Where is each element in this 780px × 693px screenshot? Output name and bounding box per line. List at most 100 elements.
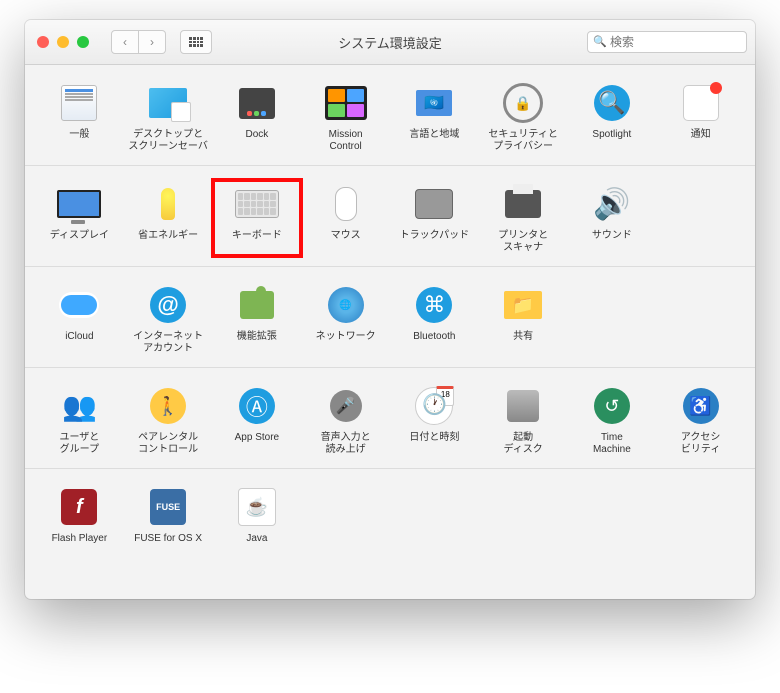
sound-icon: 🔊 xyxy=(590,182,634,226)
accessibility-icon: ♿ xyxy=(679,384,723,428)
pref-label: App Store xyxy=(235,432,279,456)
pref-sound[interactable]: 🔊サウンド xyxy=(568,180,657,256)
pref-internet[interactable]: @ インターネット アカウント xyxy=(124,281,213,357)
java-icon: ☕ xyxy=(235,485,279,529)
show-all-button[interactable] xyxy=(180,30,212,54)
pref-label: 省エネルギー xyxy=(138,230,198,254)
internet-icon: @ xyxy=(146,283,190,327)
pref-dock[interactable]: Dock xyxy=(213,79,302,155)
zoom-button[interactable] xyxy=(77,36,89,48)
pref-label: プリンタと スキャナ xyxy=(498,230,548,254)
forward-button[interactable]: › xyxy=(139,30,166,54)
pref-general[interactable]: 一般 xyxy=(35,79,124,155)
minimize-button[interactable] xyxy=(57,36,69,48)
pref-printers[interactable]: プリンタと スキャナ xyxy=(479,180,568,256)
pref-label: マウス xyxy=(331,230,361,254)
language-icon: 🇺🇳 xyxy=(412,81,456,125)
titlebar: ‹ › システム環境設定 🔍 xyxy=(25,20,755,65)
pref-appstore[interactable]: Ⓐ App Store xyxy=(213,382,302,458)
pref-label: インターネット アカウント xyxy=(133,331,203,355)
pref-flash[interactable]: f Flash Player xyxy=(35,483,124,559)
fuse-icon: FUSE xyxy=(146,485,190,529)
pref-sharing[interactable]: 📁 共有 xyxy=(479,281,568,357)
traffic-lights xyxy=(37,36,89,48)
bluetooth-icon: ⌘ xyxy=(412,283,456,327)
pref-label: Spotlight xyxy=(592,129,631,153)
pref-java[interactable]: ☕Java xyxy=(213,483,302,559)
pref-label: アクセシ ビリティ xyxy=(681,432,721,456)
datetime-icon xyxy=(412,384,456,428)
mission-icon xyxy=(324,81,368,125)
pref-label: ペアレンタル コントロール xyxy=(138,432,198,456)
pref-trackpad[interactable]: トラックパッド xyxy=(390,180,479,256)
pref-section: iCloud @ インターネット アカウント 機能拡張 🌐ネットワーク ⌘ Bluetoot… xyxy=(25,267,755,368)
parental-icon: 🚶 xyxy=(146,384,190,428)
pref-label: Time Machine xyxy=(593,432,631,456)
pref-label: Dock xyxy=(245,129,268,153)
pref-label: 一般 xyxy=(69,129,89,153)
pref-security[interactable]: セキュリティと プライバシー xyxy=(479,79,568,155)
pref-label: 機能拡張 xyxy=(237,331,277,355)
pref-spotlight[interactable]: 🔍 Spotlight xyxy=(568,79,657,155)
pref-mouse[interactable]: マウス xyxy=(301,180,390,256)
pref-label: 共有 xyxy=(513,331,533,355)
pref-datetime[interactable]: 日付と時刻 xyxy=(390,382,479,458)
pref-label: iCloud xyxy=(65,331,93,355)
pref-label: 通知 xyxy=(691,129,711,153)
grid-icon xyxy=(189,37,203,47)
pref-keyboard[interactable]: キーボード xyxy=(211,178,304,258)
flash-icon: f xyxy=(57,485,101,529)
desktop-icon xyxy=(146,81,190,125)
pref-label: デスクトップと スクリーンセーバ xyxy=(128,129,207,153)
pref-accessibility[interactable]: ♿ アクセシ ビリティ xyxy=(656,382,745,458)
pref-icloud[interactable]: iCloud xyxy=(35,281,124,357)
pref-displays[interactable]: ディスプレイ xyxy=(35,180,124,256)
pref-timemachine[interactable]: ↺ Time Machine xyxy=(568,382,657,458)
security-icon xyxy=(501,81,545,125)
mouse-icon xyxy=(324,182,368,226)
pref-label: Bluetooth xyxy=(413,331,455,355)
pref-network[interactable]: 🌐ネットワーク xyxy=(301,281,390,357)
nav-buttons: ‹ › xyxy=(111,30,166,54)
network-icon: 🌐 xyxy=(324,283,368,327)
pref-label: ディスプレイ xyxy=(50,230,109,254)
startupdisk-icon xyxy=(501,384,545,428)
keyboard-icon xyxy=(235,182,279,226)
spotlight-icon: 🔍 xyxy=(590,81,634,125)
pref-label: Mission Control xyxy=(329,129,363,153)
pref-desktop[interactable]: デスクトップと スクリーンセーバ xyxy=(124,79,213,155)
pref-label: FUSE for OS X xyxy=(134,533,202,557)
timemachine-icon: ↺ xyxy=(590,384,634,428)
printers-icon xyxy=(501,182,545,226)
pref-section: f Flash Player FUSE FUSE for OS X ☕Java xyxy=(25,469,755,599)
energy-icon xyxy=(146,182,190,226)
pref-notifications[interactable]: 通知 xyxy=(656,79,745,155)
pref-energy[interactable]: 省エネルギー xyxy=(124,180,213,256)
pref-fuse[interactable]: FUSE FUSE for OS X xyxy=(124,483,213,559)
pref-label: キーボード xyxy=(232,230,282,254)
preferences-grid: 一般 デスクトップと スクリーンセーバ Dock Mission Control 🇺🇳言… xyxy=(25,65,755,599)
close-button[interactable] xyxy=(37,36,49,48)
pref-label: Flash Player xyxy=(52,533,108,557)
appstore-icon: Ⓐ xyxy=(235,384,279,428)
pref-parental[interactable]: 🚶 ペアレンタル コントロール xyxy=(124,382,213,458)
icloud-icon xyxy=(57,283,101,327)
notifications-icon xyxy=(679,81,723,125)
search-field-container: 🔍 xyxy=(587,31,747,53)
pref-dictation[interactable]: 🎤音声入力と 読み上げ xyxy=(301,382,390,458)
pref-bluetooth[interactable]: ⌘ Bluetooth xyxy=(390,281,479,357)
pref-language[interactable]: 🇺🇳言語と地域 xyxy=(390,79,479,155)
pref-mission[interactable]: Mission Control xyxy=(301,79,390,155)
sharing-icon: 📁 xyxy=(501,283,545,327)
pref-startupdisk[interactable]: 起動 ディスク xyxy=(479,382,568,458)
pref-section: 一般 デスクトップと スクリーンセーバ Dock Mission Control 🇺🇳言… xyxy=(25,65,755,166)
search-input[interactable] xyxy=(587,31,747,53)
system-preferences-window: ‹ › システム環境設定 🔍 一般 デスクトップと スクリーンセーバ Dock Mis… xyxy=(25,20,755,599)
pref-extensions[interactable]: 機能拡張 xyxy=(213,281,302,357)
trackpad-icon xyxy=(412,182,456,226)
pref-users[interactable]: 👥ユーザと グループ xyxy=(35,382,124,458)
back-button[interactable]: ‹ xyxy=(111,30,139,54)
pref-label: 日付と時刻 xyxy=(409,432,459,456)
pref-label: セキュリティと プライバシー xyxy=(488,129,557,153)
pref-section: ディスプレイ 省エネルギー キーボード マウス トラックパッドプリンタと スキャナ 🔊サウ… xyxy=(25,166,755,267)
